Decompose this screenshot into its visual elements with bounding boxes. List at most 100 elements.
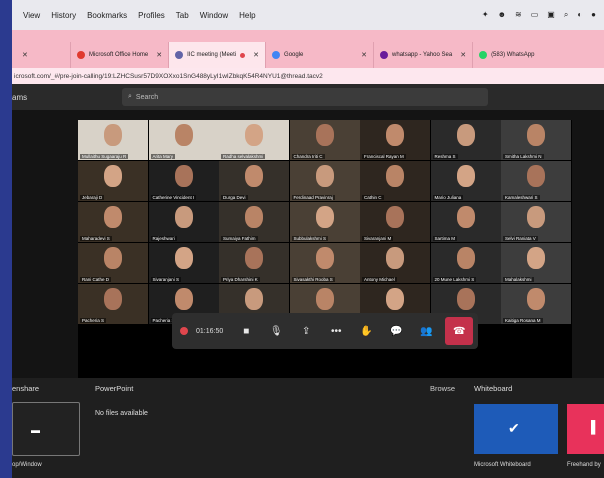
screenshare-heading: enshare bbox=[12, 384, 40, 393]
office-icon bbox=[77, 51, 85, 59]
address-bar[interactable]: icrosoft.com/_#/pre-join-calling/19:LZHC… bbox=[12, 68, 604, 84]
whiteboard-caption: Microsoft Whiteboard bbox=[474, 462, 531, 468]
participant-tile[interactable]: Pacheria S bbox=[78, 284, 148, 324]
no-files-message: No files available bbox=[95, 410, 148, 417]
adobe-icon[interactable]: ✦ bbox=[482, 10, 489, 20]
participant-video bbox=[386, 124, 404, 146]
teams-icon bbox=[175, 51, 184, 59]
participant-name: Priya Dharshini K bbox=[221, 277, 260, 282]
browse-link[interactable]: Browse bbox=[430, 384, 455, 393]
search-icon[interactable]: ⌕ bbox=[564, 10, 568, 20]
participant-name: Selvi Raniata V bbox=[503, 236, 538, 241]
participant-tile[interactable]: Sivaranjani S bbox=[148, 243, 219, 283]
participant-video bbox=[104, 288, 122, 310]
participant-tile[interactable]: Mahalakshmi bbox=[501, 243, 571, 283]
tab-office-home[interactable]: Microsoft Office Home ✕ bbox=[71, 42, 170, 68]
participant-tile[interactable]: Priya Dharshini K bbox=[219, 243, 289, 283]
camera-icon[interactable]: ■ bbox=[231, 313, 261, 349]
raise-hand-icon[interactable]: ✋ bbox=[351, 313, 381, 349]
participant-video bbox=[315, 288, 334, 310]
close-icon[interactable]: ✕ bbox=[156, 51, 162, 59]
participant-video bbox=[315, 165, 334, 187]
participant-tile[interactable]: Selvi Raniata V bbox=[501, 202, 571, 242]
participant-name: Radha selvalakshmi bbox=[221, 154, 266, 159]
participant-tile[interactable]: Sivaranjani M bbox=[360, 202, 430, 242]
participant-tile[interactable]: Chandra Iriti C bbox=[289, 120, 360, 160]
participant-video bbox=[245, 206, 263, 228]
menu-help[interactable]: Help bbox=[239, 11, 255, 20]
more-options-icon[interactable]: ••• bbox=[321, 313, 351, 349]
participant-tile[interactable]: Reshma S bbox=[430, 120, 501, 160]
participant-tile[interactable]: Maharadevi S bbox=[78, 202, 148, 242]
tab-partial[interactable]: ✕ bbox=[12, 42, 71, 68]
participant-tile[interactable]: Arita Mary bbox=[148, 120, 219, 160]
participant-tile[interactable]: Radha selvalakshmi bbox=[219, 120, 289, 160]
menu-window[interactable]: Window bbox=[200, 11, 228, 20]
participant-name: Sartima M bbox=[432, 236, 458, 241]
participant-video bbox=[315, 206, 334, 228]
participant-tile[interactable]: Catherine Vincident I bbox=[148, 161, 219, 201]
menu-profiles[interactable]: Profiles bbox=[138, 11, 165, 20]
participant-tile[interactable]: Durga Devi bbox=[219, 161, 289, 201]
wifi-icon[interactable]: ≋ bbox=[515, 10, 522, 20]
participant-tile[interactable]: Franciscal Rayan M bbox=[360, 120, 430, 160]
participant-tile[interactable]: Jebaraji D bbox=[78, 161, 148, 201]
participant-tile[interactable]: Sumaiya Fathim bbox=[219, 202, 289, 242]
tab-iic-meeting[interactable]: IIC meeting (Meeti ✕ bbox=[169, 42, 267, 68]
siri-icon[interactable]: ● bbox=[591, 10, 596, 20]
battery-icon[interactable]: ▭ bbox=[531, 10, 539, 20]
call-controls: 01:16:50 ■ 🎙 ⇪ ••• ✋ 💬 👥 ☎ bbox=[172, 313, 478, 349]
tab-whatsapp[interactable]: (583) WhatsApp bbox=[473, 42, 540, 68]
participant-tile[interactable]: Ferdinaad Pravinraj bbox=[289, 161, 360, 201]
menu-bookmarks[interactable]: Bookmarks bbox=[87, 11, 127, 20]
close-icon[interactable]: ✕ bbox=[22, 51, 28, 59]
participant-tile[interactable]: Cathin C bbox=[360, 161, 430, 201]
participant-tile[interactable]: Rajeshwari bbox=[148, 202, 219, 242]
user-icon[interactable]: ☻ bbox=[498, 10, 506, 20]
participant-tile[interactable]: Kamaleshwari S bbox=[501, 161, 571, 201]
microsoft-whiteboard-tile[interactable]: ✔ bbox=[474, 404, 558, 454]
tab-yahoo[interactable]: whatsapp - Yahoo Sea ✕ bbox=[374, 42, 474, 68]
close-icon[interactable]: ✕ bbox=[253, 51, 259, 59]
participant-video bbox=[386, 206, 404, 228]
participant-tile[interactable]: Subbulakshmi S bbox=[289, 202, 360, 242]
search-box[interactable]: ⌕ Search bbox=[122, 88, 488, 106]
menu-view[interactable]: View bbox=[23, 11, 40, 20]
freehand-tile[interactable]: ▌ bbox=[567, 404, 604, 454]
menu-history[interactable]: History bbox=[51, 11, 76, 20]
participant-video bbox=[456, 288, 475, 310]
chat-icon[interactable]: 💬 bbox=[381, 313, 411, 349]
participant-tile[interactable]: Antony Michael bbox=[360, 243, 430, 283]
whiteboard-heading: Whiteboard bbox=[474, 384, 513, 393]
recording-icon bbox=[180, 327, 188, 335]
participants-icon[interactable]: 👥 bbox=[411, 313, 441, 349]
close-icon[interactable]: ✕ bbox=[460, 51, 466, 59]
participant-tile[interactable]: 20 Mune Lakshmi S bbox=[430, 243, 501, 283]
meeting-stage: Mullaithu Sugaaraju R Arita Mary Radha sel… bbox=[12, 110, 604, 378]
keyboard-icon[interactable]: ▣ bbox=[547, 10, 555, 20]
participant-tile[interactable]: Sartima M bbox=[430, 202, 501, 242]
close-icon[interactable]: ✕ bbox=[361, 51, 367, 59]
participant-tile[interactable]: Mullaithu Sugaaraju R bbox=[78, 120, 148, 160]
participant-tile[interactable]: Smitha Lakshmi N bbox=[501, 120, 571, 160]
control-center-icon[interactable]: ◐ bbox=[577, 10, 582, 20]
microphone-icon[interactable]: 🎙 bbox=[261, 313, 291, 349]
participant-video bbox=[245, 247, 263, 269]
participant-tile[interactable]: Rani Cathe D bbox=[78, 243, 148, 283]
participant-tile[interactable]: Kaitiga Rosana M bbox=[501, 284, 571, 324]
whiteboard-icon: ✔ bbox=[508, 420, 520, 436]
menu-tab[interactable]: Tab bbox=[176, 11, 189, 20]
share-screen-icon[interactable]: ⇪ bbox=[291, 313, 321, 349]
hang-up-button[interactable]: ☎ bbox=[445, 317, 474, 345]
window-share-thumbnail[interactable]: ▬ bbox=[12, 402, 80, 456]
participant-name: Pacheria S bbox=[80, 318, 107, 323]
participant-tile[interactable]: Mario Juliana bbox=[430, 161, 501, 201]
participant-video bbox=[104, 206, 122, 228]
participant-video bbox=[456, 206, 475, 228]
participant-video bbox=[456, 247, 475, 269]
participant-video bbox=[527, 288, 545, 310]
participant-name: Rajeshwari bbox=[150, 236, 177, 241]
tab-google[interactable]: Google ✕ bbox=[266, 42, 375, 68]
participant-tile[interactable]: Sivasakthi Rooba S bbox=[289, 243, 360, 283]
tab-label: (583) WhatsApp bbox=[491, 52, 535, 58]
